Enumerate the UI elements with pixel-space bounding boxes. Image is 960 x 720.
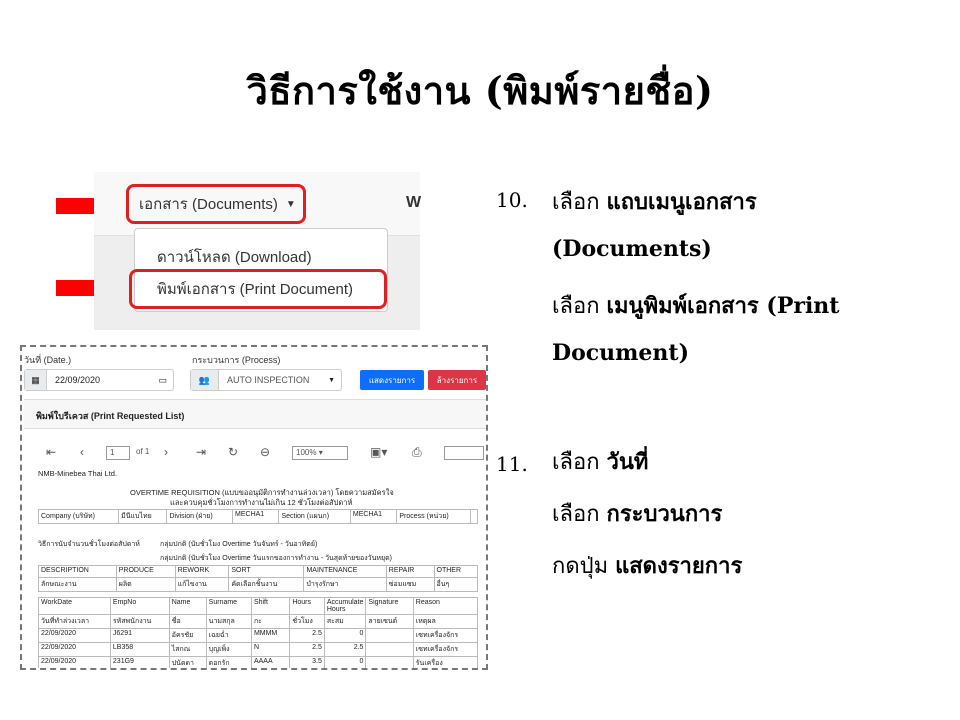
date-label: วันที่ (Date.) — [24, 355, 72, 365]
step-line: เลือก แถบเมนูเอกสาร — [552, 189, 757, 215]
method-label: วิธีการนับจำนวนชั่วโมงต่อสัปดาห์ — [38, 541, 140, 548]
prev-page-icon[interactable]: ‹ — [80, 445, 84, 459]
next-page-icon[interactable]: › — [164, 445, 168, 459]
process-select[interactable]: 👥 AUTO INSPECTION ▼ — [190, 369, 342, 391]
zoom-select[interactable]: 100% ▾ — [292, 446, 348, 460]
calendar-picker-icon[interactable]: ▭ — [158, 375, 167, 386]
back-icon[interactable]: ⊖ — [260, 445, 270, 459]
navbar: เอกสาร (Documents) ▼ W — [94, 172, 421, 236]
calendar-icon: ▦ — [25, 370, 47, 390]
step-line: เลือก เมนูพิมพ์เอกสาร (Print — [552, 293, 840, 319]
download-menu-item[interactable]: ดาวน์โหลด (Download) — [157, 245, 312, 269]
company-name: NMB-Minebea Thai Ltd. — [38, 469, 118, 478]
search-input[interactable] — [444, 446, 484, 460]
table-row: 22/09/2020 J6291 อัครชัย เฉยฉ่ำ MMMM 2.5 0 … — [38, 628, 479, 643]
table-row: 22/09/2020 231G9 ปนัดดา ดอกรัก AAAA 3.5 0 ร… — [38, 656, 479, 668]
print-icon[interactable]: ⎙ — [412, 445, 422, 460]
save-icon[interactable]: ▣▾ — [370, 445, 387, 459]
step-line: (Documents) — [552, 236, 712, 262]
slide-title: วิธีการใช้งาน (พิมพ์รายชื่อ) — [246, 68, 714, 113]
users-icon: 👥 — [191, 370, 219, 390]
highlight-box — [129, 269, 387, 309]
process-label: กระบวนการ (Process) — [192, 355, 281, 365]
table-header-row-th: วันที่ทำล่วงเวลา รหัสพนักงาน ชื่อ นามสกุล … — [38, 614, 479, 629]
refresh-icon[interactable]: ↻ — [228, 445, 238, 459]
description-table: DESCRIPTION PRODUCE REWORK SORT MAINTENANC… — [38, 565, 479, 592]
step-line: เลือก วันที่ — [552, 449, 649, 475]
step-line: กดปุ่ม แสดงรายการ — [552, 553, 743, 579]
caret-down-icon: ▼ — [285, 198, 296, 210]
chevron-down-icon: ▼ — [328, 376, 335, 384]
method-option-1: กลุ่มปกติ (นับชั่วโมง Overtime วันจันทร์… — [160, 541, 318, 548]
info-table: Company (บริษัท) มีนีแบไทย Division (ฝ่าย… — [37, 509, 478, 524]
step-line: Document) — [552, 340, 689, 366]
page-input[interactable]: 1 — [106, 446, 130, 460]
report-screenshot: วันที่ (Date.) ▦ 22/09/2020 ▭ กระบวนการ … — [20, 345, 488, 670]
employee-table: WorkDate EmpNo Name Surname Shift Hours Acc… — [38, 597, 479, 668]
step-number: 11. — [496, 452, 528, 476]
report-toolbar: ⇤ ‹ 1 of 1 › ⇥ ↻ ⊖ 100% ▾ ▣▾ ⎙ — [36, 443, 486, 465]
menu-screenshot: เอกสาร (Documents) ▼ W ดาวน์โหลด (Downlo… — [94, 172, 421, 330]
first-page-icon[interactable]: ⇤ — [46, 445, 56, 459]
next-menu-label[interactable]: W — [406, 194, 421, 212]
panel-header: พิมพ์ใบรีเควส (Print Requested List) — [24, 399, 486, 429]
report-subtitle: และควบคุมชั่วโมงการทำงานไม่เกิน 12 ชั่วโ… — [170, 498, 353, 507]
page-of-label: of 1 — [136, 447, 150, 456]
process-value: AUTO INSPECTION — [227, 375, 310, 385]
step-number: 10. — [496, 188, 528, 212]
table-header-row: WorkDate EmpNo Name Surname Shift Hours Acc… — [38, 597, 479, 615]
last-page-icon[interactable]: ⇥ — [196, 445, 206, 459]
date-value: 22/09/2020 — [55, 375, 101, 385]
show-list-button[interactable]: แสดงรายการ — [360, 370, 424, 390]
documents-dropdown: ดาวน์โหลด (Download) พิมพ์เอกสาร (Print … — [129, 228, 388, 312]
documents-menu-label: เอกสาร (Documents) — [139, 196, 278, 213]
documents-menu-button[interactable]: เอกสาร (Documents) ▼ — [126, 184, 306, 224]
table-row: 22/09/2020 LB358 ไสกณ บุญเพ็ง N 2.5 2.5 เซท… — [38, 642, 479, 657]
step-line: เลือก กระบวนการ — [552, 501, 723, 527]
clear-list-button[interactable]: ล้างรายการ — [428, 370, 486, 390]
date-field[interactable]: ▦ 22/09/2020 ▭ — [24, 369, 174, 391]
method-option-2: กลุ่มปกติ (นับชั่วโมง Overtime วันแรกของ… — [160, 555, 392, 562]
